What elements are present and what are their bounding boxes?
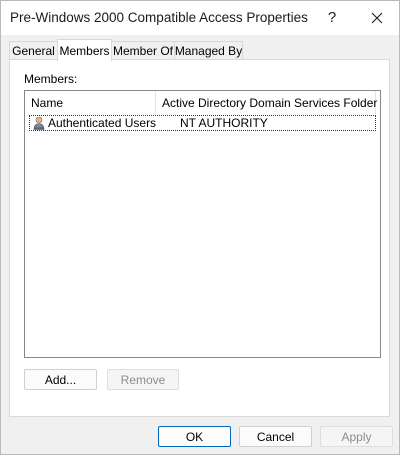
cancel-button[interactable]: Cancel: [239, 426, 312, 447]
tab-general[interactable]: General: [9, 41, 58, 60]
help-icon: ?: [327, 9, 337, 26]
close-button[interactable]: [355, 1, 399, 34]
tab-managed-by[interactable]: Managed By: [174, 41, 243, 60]
ok-button[interactable]: OK: [158, 426, 231, 447]
user-icon: [33, 116, 45, 130]
tab-strip: General Members Member Of Managed By: [9, 39, 243, 61]
column-header-name[interactable]: Name: [25, 91, 156, 114]
members-list[interactable]: Name Active Directory Domain Services Fo…: [24, 90, 381, 358]
title-bar: Pre-Windows 2000 Compatible Access Prope…: [1, 1, 399, 35]
members-label: Members:: [24, 72, 78, 86]
dialog-title: Pre-Windows 2000 Compatible Access Prope…: [10, 10, 308, 25]
apply-button[interactable]: Apply: [320, 426, 393, 447]
list-header: Name Active Directory Domain Services Fo…: [25, 91, 380, 114]
help-button[interactable]: ?: [310, 1, 354, 34]
tab-member-of[interactable]: Member Of: [111, 41, 175, 60]
tab-members[interactable]: Members: [57, 39, 112, 61]
list-item[interactable]: Authenticated Users NT AUTHORITY: [29, 115, 376, 131]
member-name: Authenticated Users: [48, 116, 157, 130]
column-header-folder[interactable]: Active Directory Domain Services Folder: [156, 91, 377, 114]
members-tab-page: Members: Name Active Directory Domain Se…: [9, 59, 390, 417]
member-folder: NT AUTHORITY: [180, 116, 268, 130]
remove-button[interactable]: Remove: [107, 369, 179, 390]
add-button[interactable]: Add...: [24, 369, 97, 390]
close-icon: [371, 12, 383, 23]
properties-dialog: Pre-Windows 2000 Compatible Access Prope…: [0, 0, 400, 455]
